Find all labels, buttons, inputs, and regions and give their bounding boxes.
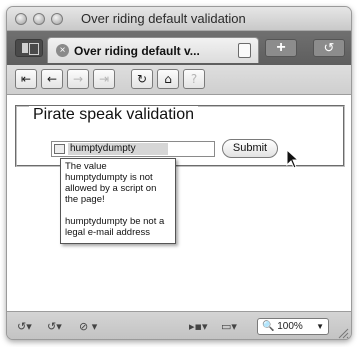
reload-button[interactable]: ↻ [131,69,153,89]
history-icon[interactable]: ↺ [313,39,345,57]
zoom-window-button[interactable] [51,13,63,25]
help-button[interactable]: ? [183,69,205,89]
close-window-button[interactable] [15,13,27,25]
first-page-button[interactable]: ⇤ [15,69,37,89]
page-content: Pirate speak validation Submit The value… [7,95,351,311]
fieldset-legend: Pirate speak validation [29,106,198,124]
tab-active[interactable]: × Over riding default v... [47,37,259,63]
view-menu-icon[interactable]: ▭▾ [221,320,237,333]
tab-close-icon[interactable]: × [56,44,69,57]
status-bar: ↺▾ ↺▾ ⊘ ▾ ▸▪▾ ▭▾ 🔍 100% ▼ [7,311,351,339]
block-menu-icon[interactable]: ⊘ ▾ [79,320,97,333]
email-input[interactable] [68,143,168,155]
window-title: Over riding default validation [81,11,246,26]
minimize-window-button[interactable] [33,13,45,25]
chevron-down-icon: ▼ [316,322,324,331]
zoom-value: 100% [277,321,303,332]
zoom-selector[interactable]: 🔍 100% ▼ [257,318,329,335]
email-field[interactable] [51,141,215,157]
media-menu-icon[interactable]: ▸▪▾ [189,320,208,333]
back-button[interactable]: ← [41,69,63,89]
sidebar-toggle-button[interactable] [15,39,43,57]
page-icon [238,43,251,58]
email-icon [54,144,65,154]
tooltip-message-1: The value humptydumpty is not allowed by… [65,161,157,205]
magnifier-icon: 🔍 [262,321,275,332]
title-bar: Over riding default validation [7,7,351,31]
validation-tooltip: The value humptydumpty is not allowed by… [60,158,176,244]
tab-strip: × Over riding default v... + ↺ [7,31,351,65]
tooltip-message-2: humptydumpty be not a legal e-mail addre… [65,216,165,238]
last-page-button[interactable]: ⇥ [93,69,115,89]
submit-button[interactable]: Submit [222,139,278,158]
tab-label: Over riding default v... [74,44,200,58]
browser-window: Over riding default validation × Over ri… [6,6,352,340]
mouse-pointer-icon [286,149,300,169]
refresh-menu-icon[interactable]: ↺▾ [47,320,62,333]
home-button[interactable]: ⌂ [157,69,179,89]
tools-icon[interactable]: ↺▾ [17,320,32,333]
forward-button[interactable]: → [67,69,89,89]
resize-grip-icon[interactable] [337,327,349,339]
navigation-toolbar: ⇤ ← → ⇥ ↻ ⌂ ? [7,65,351,95]
new-tab-button[interactable]: + [265,39,297,57]
